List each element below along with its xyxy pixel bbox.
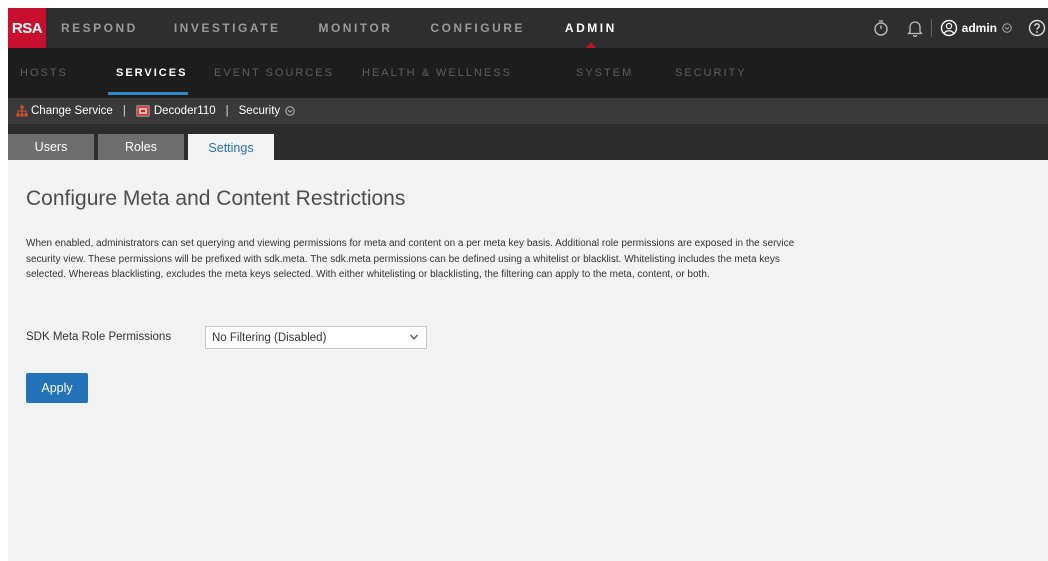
security-view-label: Security (238, 105, 281, 117)
service-bar: Change Service | Decoder110 | Security (8, 98, 1048, 124)
user-name: admin (961, 21, 997, 35)
nav-monitor[interactable]: MONITOR (318, 8, 392, 48)
chevron-down-icon (285, 106, 295, 116)
settings-panel: Configure Meta and Content Restrictions … (8, 160, 1048, 561)
subnav-security[interactable]: SECURITY (675, 48, 747, 98)
tab-settings[interactable]: Settings (188, 134, 274, 161)
nav-respond[interactable]: RESPOND (61, 8, 138, 48)
tab-users[interactable]: Users (8, 134, 94, 160)
service-name[interactable]: Decoder110 (135, 105, 216, 117)
sdk-meta-role-permissions-select[interactable]: No Filtering (Disabled) (205, 326, 427, 349)
security-view-menu[interactable]: Security (239, 105, 296, 117)
select-value: No Filtering (Disabled) (212, 331, 327, 344)
change-service-button[interactable]: Change Service (16, 105, 113, 117)
app-window: RSA RESPOND INVESTIGATE MONITOR CONFIGUR… (8, 8, 1048, 561)
page-title: Configure Meta and Content Restrictions (26, 187, 406, 210)
rsa-logo: RSA (8, 8, 46, 48)
separator: | (225, 105, 229, 117)
bell-icon[interactable] (906, 19, 923, 37)
main-nav: RESPOND INVESTIGATE MONITOR CONFIGURE AD… (46, 8, 617, 48)
separator: | (122, 105, 126, 117)
stopwatch-icon[interactable] (873, 19, 889, 37)
user-circle-icon (940, 19, 958, 37)
tab-bar: Users Roles Settings (8, 124, 1048, 161)
subnav-system[interactable]: SYSTEM (576, 48, 633, 98)
user-menu[interactable]: admin (940, 19, 1012, 37)
chevron-down-icon (1002, 23, 1012, 33)
active-tab-indicator (108, 92, 188, 95)
sdk-meta-role-permissions-label: SDK Meta Role Permissions (26, 331, 172, 343)
tab-roles[interactable]: Roles (98, 134, 184, 160)
nav-investigate[interactable]: INVESTIGATE (174, 8, 281, 48)
subnav-event-sources[interactable]: EVENT SOURCES (214, 48, 334, 98)
nav-configure[interactable]: CONFIGURE (430, 8, 525, 48)
nav-admin[interactable]: ADMIN (565, 8, 617, 48)
top-right-tools: admin (873, 8, 1048, 48)
description-text: When enabled, administrators can set que… (26, 238, 795, 280)
sub-navigation: HOSTS SERVICES EVENT SOURCES HEALTH & WE… (8, 48, 1048, 98)
divider (930, 19, 932, 37)
network-icon (16, 105, 28, 117)
change-service-label: Change Service (31, 105, 113, 117)
subnav-health-wellness[interactable]: HEALTH & WELLNESS (362, 48, 512, 98)
service-name-label: Decoder110 (153, 105, 216, 117)
top-navigation: RSA RESPOND INVESTIGATE MONITOR CONFIGUR… (8, 8, 1048, 48)
chevron-down-icon (409, 332, 419, 345)
decoder-icon (135, 105, 150, 117)
apply-button[interactable]: Apply (26, 373, 88, 403)
subnav-services[interactable]: SERVICES (116, 48, 187, 98)
subnav-hosts[interactable]: HOSTS (20, 48, 68, 98)
help-icon[interactable] (1028, 19, 1046, 37)
